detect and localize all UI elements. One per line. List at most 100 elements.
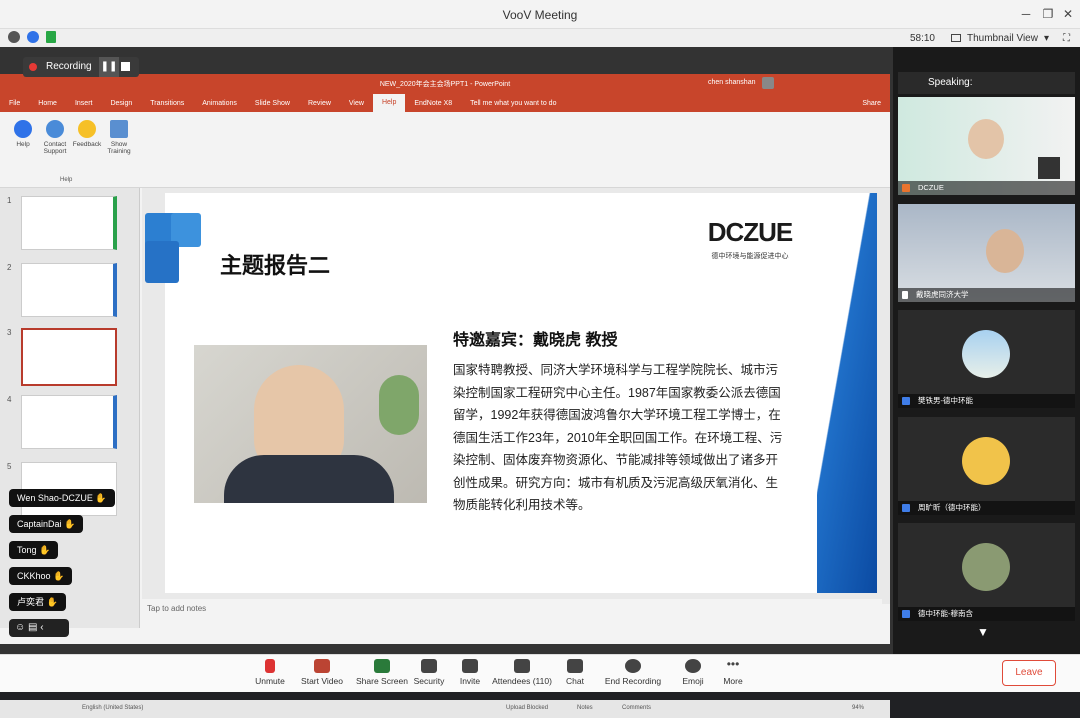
participant-tile[interactable]: 樊铁男-德中环能	[898, 310, 1075, 408]
window-title: VooV Meeting	[502, 8, 578, 22]
reaction-badge: Tong ✋	[9, 541, 59, 559]
ribbon-group-label: Help	[60, 177, 73, 183]
record-icon	[29, 63, 37, 71]
chat-icon	[567, 659, 583, 673]
reaction-name: CaptainDai	[17, 519, 62, 529]
upload-status[interactable]: Upload Blocked	[506, 705, 548, 711]
ribbon: Help Contact Support Feedback Show Train…	[0, 112, 890, 188]
share-screen-button[interactable]: Share Screen	[356, 659, 408, 686]
share-screen-label: Share Screen	[356, 676, 408, 686]
tab-review[interactable]: Review	[299, 100, 340, 107]
slide-thumbnail[interactable]	[21, 196, 117, 250]
tab-help[interactable]: Help	[372, 94, 406, 112]
avatar	[962, 330, 1010, 378]
start-video-button[interactable]: Start Video	[300, 659, 344, 686]
feedback-button[interactable]: Feedback	[72, 120, 102, 148]
mic-muted-icon	[265, 659, 275, 673]
tab-view[interactable]: View	[340, 100, 373, 107]
tab-slide-show[interactable]: Slide Show	[246, 100, 299, 107]
signal-icon[interactable]	[46, 31, 56, 43]
chat-button[interactable]: Chat	[562, 659, 588, 686]
thumb-number: 2	[7, 263, 12, 272]
tab-file[interactable]: File	[0, 100, 29, 107]
unmute-label: Unmute	[255, 676, 285, 686]
reaction-toolbar[interactable]: ☺ ▤ ‹	[9, 619, 69, 637]
end-recording-button[interactable]: End Recording	[604, 659, 662, 686]
pause-icon[interactable]: ❚❚	[99, 57, 119, 77]
attendees-button[interactable]: Attendees (110)	[492, 659, 552, 686]
participant-tile[interactable]: 周旷昕（德中环能）	[898, 417, 1075, 515]
view-mode-select[interactable]: Thumbnail View	[967, 33, 1038, 44]
qr-code-icon	[1038, 157, 1060, 179]
tab-animations[interactable]: Animations	[193, 100, 246, 107]
speaking-label: Speaking:	[928, 77, 973, 88]
help-button[interactable]: Help	[8, 120, 38, 148]
slide-thumbnail[interactable]	[21, 395, 117, 449]
dczue-logo: DCZUE 德中环境与能源促进中心	[695, 217, 805, 279]
clap-icon: ✋	[46, 597, 58, 607]
maximize-icon[interactable]: ❐	[1040, 6, 1056, 22]
tell-me-input[interactable]: Tell me what you want to do	[461, 100, 565, 107]
avatar	[762, 77, 774, 89]
question-icon	[14, 120, 32, 138]
reaction-badge: CKKhoo ✋	[9, 567, 73, 585]
invite-button[interactable]: Invite	[456, 659, 484, 686]
emoji-button[interactable]: Emoji	[680, 659, 706, 686]
tab-endnote[interactable]: EndNote X8	[405, 100, 461, 107]
tab-design[interactable]: Design	[101, 100, 141, 107]
participant-name: 樊铁男-德中环能	[918, 396, 973, 405]
emoji-label: Emoji	[682, 676, 704, 686]
recording-label: Recording	[46, 61, 92, 72]
zoom-level[interactable]: 94%	[852, 705, 864, 711]
add-user-icon	[462, 659, 478, 673]
slide-thumbnail[interactable]	[21, 263, 117, 317]
shield-icon	[421, 659, 437, 673]
guest-bio: 国家特聘教授、同济大学环境科学与工程学院院长、城市污染控制国家工程研究中心主任。…	[453, 363, 783, 512]
minimize-icon[interactable]: ─	[1018, 6, 1034, 22]
ppt-menu-tabs: File Home Insert Design Transitions Anim…	[0, 94, 890, 112]
contact-support-label: Contact Support	[43, 141, 67, 155]
tab-home[interactable]: Home	[29, 100, 66, 107]
leave-button[interactable]: Leave	[1002, 660, 1056, 686]
ppt-document-title: NEW_2020年会主会场PPT1 - PowerPoint	[379, 81, 511, 88]
scroll-down-icon[interactable]: ▼	[977, 625, 989, 639]
notes-button[interactable]: Notes	[577, 705, 593, 711]
slide-thumbnail-selected[interactable]	[21, 328, 117, 386]
fullscreen-icon[interactable]: ⛶	[1063, 33, 1070, 44]
clap-icon: ✋	[64, 519, 76, 529]
stop-icon[interactable]	[121, 62, 130, 71]
comments-button[interactable]: Comments	[622, 705, 651, 711]
chevron-down-icon[interactable]: ▾	[1044, 33, 1049, 44]
meeting-info-bar: 58:10 Thumbnail View ▾ ⛶	[0, 29, 1080, 47]
smiley-icon	[78, 120, 96, 138]
avatar	[986, 229, 1024, 273]
participants-panel: Speaking: DCZUE 戴晓虎同济大学 樊铁男-德中环能 周旷昕（德中环…	[893, 47, 1080, 654]
tab-transitions[interactable]: Transitions	[141, 100, 193, 107]
notes-pane[interactable]: Tap to add notes	[142, 599, 882, 619]
shield-icon[interactable]	[27, 31, 39, 43]
users-icon	[514, 659, 530, 673]
more-button[interactable]: ••• More	[720, 658, 746, 686]
participant-tile[interactable]: 德中环能-穆南含	[898, 523, 1075, 621]
share-button[interactable]: Share	[853, 100, 890, 107]
participant-name: DCZUE	[918, 183, 944, 192]
window-titlebar: VooV Meeting ─ ❐ ✕	[0, 0, 1080, 29]
thumb-number: 5	[7, 462, 12, 471]
security-button[interactable]: Security	[412, 659, 446, 686]
unmute-button[interactable]: Unmute	[251, 659, 289, 686]
meeting-controls: Unmute Start Video Share Screen Security…	[0, 654, 1080, 692]
close-icon[interactable]: ✕	[1060, 6, 1076, 22]
avatar	[962, 437, 1010, 485]
participant-tile[interactable]: DCZUE	[898, 97, 1075, 195]
grid-icon[interactable]	[951, 34, 961, 42]
tab-insert[interactable]: Insert	[66, 100, 102, 107]
info-icon[interactable]	[8, 31, 20, 43]
ppt-statusbar: English (United States) Upload Blocked N…	[0, 700, 890, 718]
slide-heading: 主题报告二	[220, 253, 331, 278]
contact-support-button[interactable]: Contact Support	[38, 120, 72, 155]
attendees-label: Attendees (110)	[492, 676, 552, 686]
show-training-button[interactable]: Show Training	[104, 120, 134, 155]
participant-tile[interactable]: 戴晓虎同济大学	[898, 204, 1075, 302]
speaking-bar: Speaking:	[898, 72, 1075, 94]
reaction-name: Tong	[17, 545, 37, 555]
